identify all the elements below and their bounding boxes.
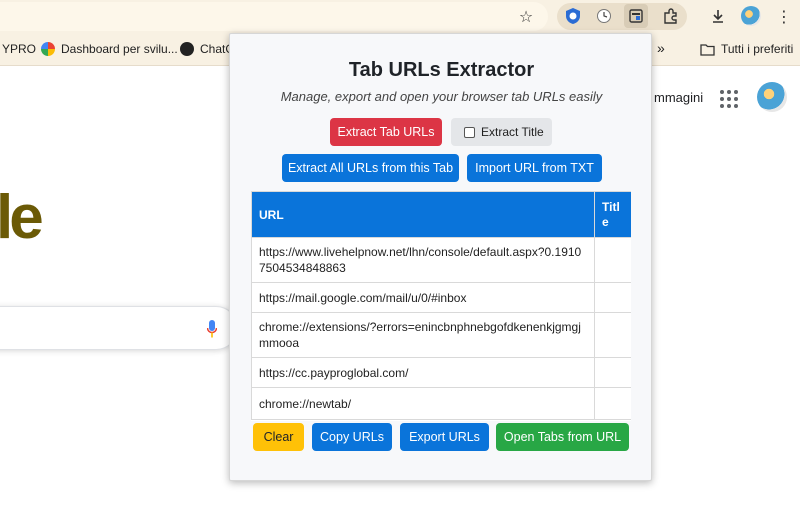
extract-title-checkbox[interactable] [464,126,475,138]
popup-subtitle: Manage, export and open your browser tab… [280,89,603,104]
extract-title-toggle[interactable]: Extract Title [451,118,552,146]
url-cell: chrome://extensions/?errors=enincbnphneb… [251,312,595,358]
url-column-header: URL [251,191,595,238]
chatgpt-icon [180,42,194,56]
table-row: https://cc.payproglobal.com/ [251,357,631,388]
url-cell: https://www.livehelpnow.net/lhn/console/… [251,237,595,283]
copy-urls-button[interactable]: Copy URLs [312,423,392,451]
images-link[interactable]: mmagini [654,90,703,105]
bookmark-item[interactable]: ChatG [180,42,235,56]
url-cell: chrome://newtab/ [251,387,595,420]
open-tabs-from-url-button[interactable]: Open Tabs from URL [496,423,629,451]
download-icon[interactable] [706,4,730,28]
title-column-header: Title [594,191,631,238]
more-bookmarks-button[interactable]: » [657,40,665,56]
google-search-box[interactable] [0,306,238,350]
bookmark-label: Tutti i preferiti [721,42,794,56]
bookmark-item[interactable]: YPRO [2,42,36,56]
extension-shield-icon[interactable] [561,4,585,28]
urls-table: URL Title https://www.livehelpnow.net/lh… [251,191,631,420]
table-row: chrome://extensions/?errors=enincbnphneb… [251,312,631,358]
menu-kebab-icon[interactable]: ⋮ [772,4,796,28]
profile-avatar-icon[interactable] [739,4,763,28]
bookmark-label: Dashboard per svilu... [61,42,178,56]
bookmark-item[interactable]: Dashboard per svilu... [41,42,178,56]
export-urls-button[interactable]: Export URLs [400,423,489,451]
url-cell: https://cc.payproglobal.com/ [251,357,595,388]
url-cell: https://mail.google.com/mail/u/0/#inbox [251,282,595,313]
extract-tab-urls-button[interactable]: Extract Tab URLs [330,118,442,146]
clear-button[interactable]: Clear [253,423,304,451]
extract-all-urls-button[interactable]: Extract All URLs from this Tab [282,154,459,182]
title-cell [594,357,631,388]
extract-title-label: Extract Title [481,125,544,139]
address-bar[interactable] [0,2,548,31]
urls-table-container[interactable]: URL Title https://www.livehelpnow.net/lh… [251,191,631,421]
bookmark-star-icon[interactable]: ☆ [514,4,538,28]
google-apps-icon[interactable] [720,90,738,108]
title-cell [594,387,631,420]
extension-clock-icon[interactable] [592,4,616,28]
folder-icon [700,43,715,56]
table-row: chrome://newtab/ [251,387,631,420]
rainbow-icon [41,42,55,56]
table-row: https://www.livehelpnow.net/lhn/console/… [251,237,631,283]
table-row: https://mail.google.com/mail/u/0/#inbox [251,282,631,313]
account-avatar[interactable] [757,82,787,112]
popup-title: Tab URLs Extractor [348,59,535,81]
tab-urls-extractor-popup: Tab URLs Extractor Manage, export and op… [229,33,652,481]
bookmark-folder-all[interactable]: Tutti i preferiti [700,42,793,56]
import-url-txt-button[interactable]: Import URL from TXT [467,154,602,182]
google-logo-fragment: le [0,183,44,252]
title-cell [594,282,631,313]
title-cell [594,312,631,358]
browser-toolbar: ☆ ⋮ [0,0,800,33]
title-cell [594,237,631,283]
bookmark-label: YPRO [2,42,37,56]
tab-urls-extractor-icon[interactable] [624,4,648,28]
extensions-puzzle-icon[interactable] [659,4,683,28]
microphone-icon[interactable] [207,320,217,338]
